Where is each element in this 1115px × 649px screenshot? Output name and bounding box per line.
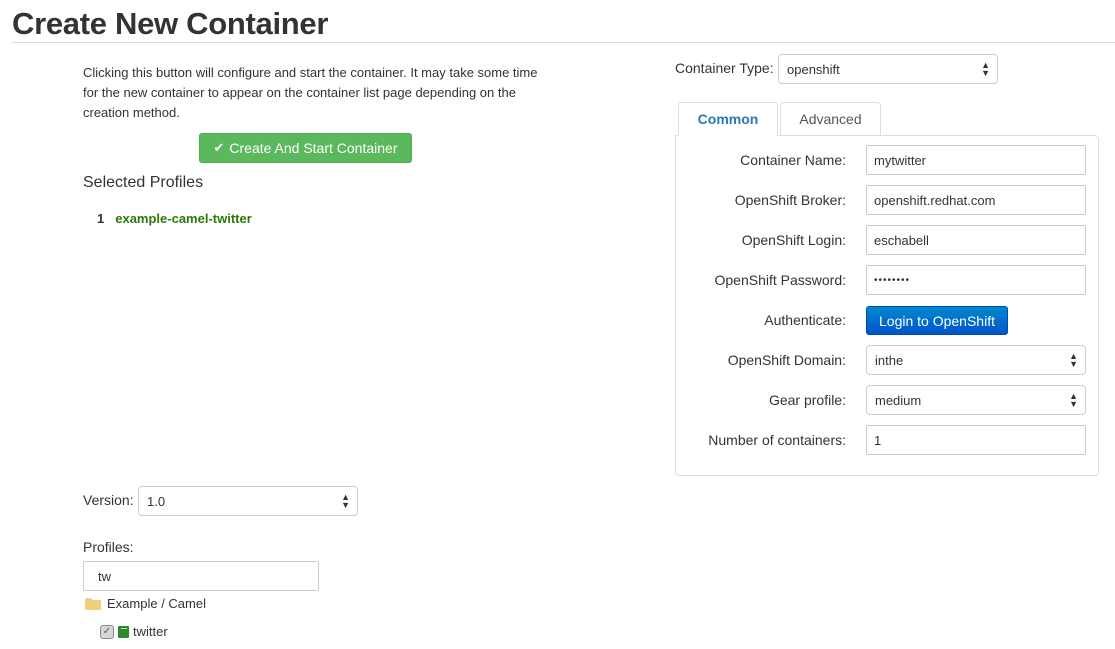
num-containers-input[interactable]: 1 [866, 425, 1086, 455]
version-select-value: 1.0 [147, 493, 166, 509]
create-info-text: Clicking this button will configure and … [83, 65, 538, 120]
domain-select[interactable]: inthe ▲ ▼ [866, 345, 1086, 375]
tab-advanced[interactable]: Advanced [780, 102, 881, 136]
gear-profile-label: Gear profile: [768, 392, 846, 408]
tree-leaf-label: twitter [133, 624, 168, 639]
num-containers-value: 1 [874, 432, 882, 448]
container-type-label: Container Type: [675, 60, 774, 76]
page-title: Create New Container [12, 6, 329, 41]
container-type-select[interactable]: openshift ▲ ▼ [778, 54, 998, 84]
tree-leaf-twitter[interactable]: ✓ twitter [100, 624, 168, 639]
tree-folder-example-camel[interactable]: Example / Camel [85, 596, 206, 611]
profiles-filter-input[interactable]: tw [83, 561, 319, 591]
broker-label: OpenShift Broker: [734, 192, 846, 208]
gear-profile-value: medium [875, 392, 922, 408]
login-to-openshift-button[interactable]: Login to OpenShift [866, 306, 1008, 335]
selected-profiles-heading: Selected Profiles [83, 174, 204, 191]
folder-open-icon [85, 597, 101, 610]
version-label: Version: [83, 492, 134, 508]
container-name-label: Container Name: [740, 152, 846, 168]
version-select[interactable]: 1.0 ▲ ▼ [138, 486, 358, 516]
container-type-value: openshift [787, 61, 840, 77]
domain-label: OpenShift Domain: [727, 352, 846, 368]
container-name-input[interactable]: mytwitter [866, 145, 1086, 175]
login-label: OpenShift Login: [741, 232, 846, 248]
password-label: OpenShift Password: [714, 272, 846, 288]
book-icon [118, 625, 129, 638]
tree-folder-label: Example / Camel [107, 596, 206, 611]
profile-index: 1 [97, 211, 105, 226]
tab-common[interactable]: Common [678, 102, 778, 136]
gear-profile-select[interactable]: medium ▲ ▼ [866, 385, 1086, 415]
checkbox-icon[interactable]: ✓ [100, 624, 114, 639]
select-arrows-icon: ▲ ▼ [1069, 351, 1078, 369]
profiles-label: Profiles: [83, 539, 134, 555]
title-divider [12, 42, 1115, 43]
create-button-label: Create And Start Container [229, 140, 398, 156]
num-containers-label: Number of containers: [708, 432, 846, 448]
broker-input[interactable]: openshift.redhat.com [866, 185, 1086, 215]
domain-value: inthe [875, 352, 904, 368]
password-input[interactable]: •••••••• [866, 265, 1086, 295]
select-arrows-icon: ▲ ▼ [981, 60, 990, 78]
select-arrows-icon: ▲ ▼ [341, 492, 350, 510]
profile-link[interactable]: example-camel-twitter [115, 211, 252, 226]
select-arrows-icon: ▲ ▼ [1069, 391, 1078, 409]
selected-profile-item: 1 example-camel-twitter [97, 211, 252, 226]
profiles-filter-value: tw [98, 568, 111, 584]
authenticate-label: Authenticate: [764, 312, 846, 328]
container-name-value: mytwitter [874, 152, 926, 168]
check-icon: ✔ [213, 140, 225, 155]
password-value: •••••••• [874, 274, 911, 286]
login-value: eschabell [874, 232, 929, 248]
login-input[interactable]: eschabell [866, 225, 1086, 255]
broker-value: openshift.redhat.com [874, 192, 996, 208]
create-and-start-button[interactable]: ✔ Create And Start Container [199, 133, 412, 163]
